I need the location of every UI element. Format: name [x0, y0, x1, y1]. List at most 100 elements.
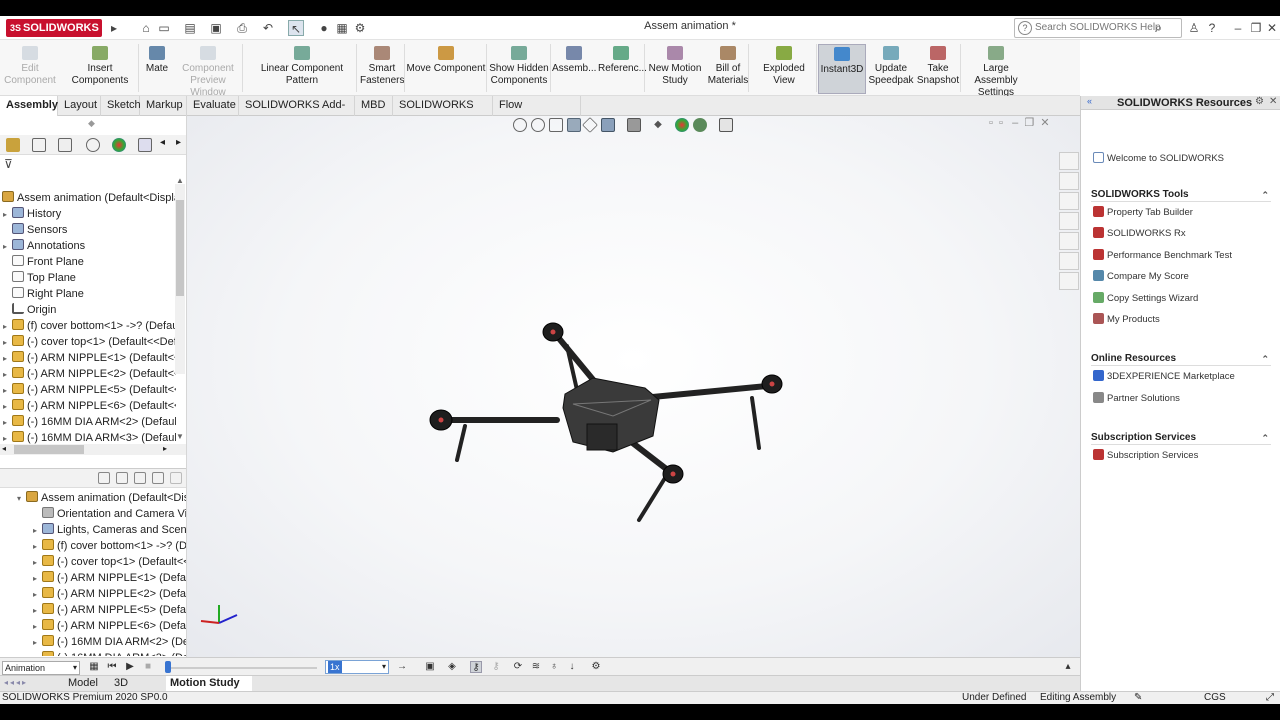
tree-item[interactable]: ▸ Annotations — [0, 238, 176, 254]
motion-tree-item[interactable]: ▸ (-) ARM NIPPLE<5> (Default — [30, 602, 186, 618]
dynamic-annotation-views-icon[interactable] — [582, 117, 598, 133]
dimxpertmanager-tab-icon[interactable] — [86, 138, 100, 152]
expander-icon[interactable]: ▸ — [0, 367, 10, 382]
move-component-button[interactable]: Move Component — [406, 44, 486, 94]
contact-icon[interactable]: ♁ — [548, 661, 560, 673]
close-pane-icon[interactable]: ✕ — [1269, 96, 1277, 107]
section-view-icon[interactable] — [567, 118, 581, 132]
tree-item[interactable]: ▸ (-) ARM NIPPLE<6> (Default<<I — [0, 398, 176, 414]
restore-window-icon[interactable]: ❐ — [1248, 20, 1264, 36]
scroll-up-icon[interactable]: ▲ — [176, 176, 184, 185]
tab-evaluate[interactable]: Evaluate — [187, 96, 239, 116]
open-folder-icon[interactable]: ▤ — [182, 20, 198, 36]
resource-link[interactable]: Performance Benchmark Test — [1093, 248, 1232, 263]
stop-icon[interactable]: ■ — [142, 661, 154, 673]
bottom-tab-3d-views[interactable]: 3D Views — [110, 676, 158, 704]
tab-solidworks-add-ins[interactable]: SOLIDWORKS Add-Ins — [239, 96, 355, 130]
previous-view-icon[interactable] — [549, 118, 563, 132]
section-header[interactable]: Subscription Services ⌃ — [1091, 431, 1271, 446]
expander-icon[interactable]: ▸ — [0, 399, 10, 414]
new-motion-study-button[interactable]: New Motion Study — [646, 44, 704, 94]
spring-icon[interactable]: ≋ — [530, 661, 542, 673]
expander-icon[interactable]: ▸ — [0, 431, 10, 444]
scroll-left-icon[interactable]: ◂ — [2, 444, 6, 453]
tab-solidworks-cam[interactable]: SOLIDWORKS CAM — [393, 96, 493, 130]
add-key-icon[interactable]: ⚷ — [490, 661, 502, 673]
resources-tab-home-icon[interactable] — [1059, 152, 1079, 170]
assembly-features-button[interactable]: Assemb... — [552, 44, 596, 94]
expander-icon[interactable]: ▸ — [30, 603, 40, 618]
tree-item[interactable]: ▸ (-) cover top<1> (Default<<Def — [0, 334, 176, 350]
chevron-up-icon[interactable]: ⌃ — [1261, 431, 1269, 445]
options-gear-icon[interactable]: ⚙ — [352, 20, 368, 36]
tab-mbd[interactable]: MBD — [355, 96, 393, 116]
resource-link[interactable]: Subscription Services — [1093, 449, 1198, 463]
filter-animation-icon[interactable] — [98, 472, 110, 484]
show-hidden-components-button[interactable]: Show Hidden Components — [488, 44, 550, 94]
rebuild-status-icon[interactable]: ✎ — [1134, 692, 1142, 704]
expander-icon[interactable]: ▸ — [0, 351, 10, 366]
user-icon[interactable]: ♙ — [1186, 20, 1202, 36]
gravity-icon[interactable]: ↓ — [566, 661, 578, 673]
viewport-close-icon[interactable]: ✕ — [1040, 117, 1049, 129]
collapse-pane-icon[interactable]: « — [1087, 96, 1092, 106]
new-document-icon[interactable]: ▭ — [156, 20, 172, 36]
expander-icon[interactable]: ▸ — [0, 239, 10, 254]
resource-link[interactable]: SOLIDWORKS Rx — [1093, 227, 1186, 241]
expander-icon[interactable]: ▸ — [30, 619, 40, 634]
viewport-restore-icon[interactable]: ❐ — [1024, 117, 1034, 129]
expander-icon[interactable]: ▸ — [30, 555, 40, 570]
expander-icon[interactable]: ▸ — [30, 651, 40, 656]
motion-tree-item[interactable]: ▸ Lights, Cameras and Scene — [30, 522, 186, 538]
zoom-to-area-icon[interactable] — [531, 118, 545, 132]
playback-mode-icon[interactable]: → — [396, 661, 408, 673]
minimize-window-icon[interactable]: – — [1230, 20, 1246, 36]
solidworks-logo[interactable]: 3S SOLIDWORKS — [6, 19, 102, 37]
welcome-link[interactable]: Welcome to SOLIDWORKS — [1093, 152, 1224, 166]
viewport-tile-icon[interactable]: ▫ — [989, 117, 993, 129]
motion-tree-item[interactable]: ▸ (-) 16MM DIA ARM<3> (Def — [30, 650, 186, 656]
expander-icon[interactable]: ▸ — [30, 587, 40, 602]
tree-item[interactable]: ▸ History — [0, 206, 176, 222]
displaymanager-tab-icon[interactable] — [112, 138, 126, 152]
scroll-right-icon[interactable]: ▸ — [163, 444, 167, 453]
hide-show-items-icon[interactable]: ◆ — [651, 118, 665, 132]
resource-link[interactable]: My Products — [1093, 313, 1160, 327]
help-menu-icon[interactable]: ? — [1204, 20, 1220, 36]
chevron-up-icon[interactable]: ⌃ — [1261, 188, 1269, 202]
tree-vertical-scrollbar[interactable] — [175, 184, 185, 374]
tree-item[interactable]: ▸ (-) 16MM DIA ARM<2> (Default — [0, 414, 176, 430]
bill-of-materials-button[interactable]: Bill of Materials — [706, 44, 750, 94]
playback-slider-thumb[interactable] — [165, 661, 171, 673]
tab-flow-simulation[interactable]: Flow Simulation — [493, 96, 581, 130]
instant3d-button[interactable]: Instant3D — [818, 44, 866, 94]
configurationmanager-tab-icon[interactable] — [58, 138, 72, 152]
viewport-minimize-icon[interactable]: – — [1012, 117, 1018, 129]
reference-geometry-button[interactable]: Referenc... — [598, 44, 647, 94]
rebuild-icon[interactable]: ● — [316, 20, 332, 36]
update-speedpak-button[interactable]: Update Speedpak — [868, 44, 914, 94]
edit-component-button[interactable]: Edit Component — [2, 44, 58, 94]
file-explorer-tab-icon[interactable] — [1059, 192, 1079, 210]
expander-icon[interactable]: ▸ — [30, 571, 40, 586]
tree-horizontal-scrollbar[interactable]: ◂ ▸ — [0, 444, 186, 455]
resource-link[interactable]: Copy Settings Wizard — [1093, 291, 1198, 306]
view-orientation-icon[interactable] — [601, 118, 615, 132]
section-header[interactable]: SOLIDWORKS Tools ⌃ — [1091, 188, 1271, 202]
tab-layout[interactable]: Layout — [58, 96, 101, 116]
tree-item[interactable]: Top Plane — [0, 270, 176, 286]
motion-tree-item[interactable]: ▸ (-) ARM NIPPLE<2> (Default — [30, 586, 186, 602]
motion-tree-item[interactable]: ▸ (f) cover bottom<1> ->? (De — [30, 538, 186, 554]
view-palette-tab-icon[interactable] — [1059, 212, 1079, 230]
design-library-tab-icon[interactable] — [1059, 172, 1079, 190]
playback-slider-track[interactable] — [167, 667, 317, 669]
tab-navigation-arrows[interactable]: ◂◂◂▸ — [4, 678, 28, 687]
display-style-icon[interactable] — [627, 118, 641, 132]
tab-scroll-left-icon[interactable]: ◂ — [160, 137, 165, 148]
tree-item[interactable]: Front Plane — [0, 254, 176, 270]
pin-icon[interactable]: ⚙ — [1255, 96, 1264, 107]
save-icon[interactable]: ▣ — [208, 20, 224, 36]
resource-link[interactable]: Compare My Score — [1093, 270, 1189, 284]
motion-tree-item[interactable]: ▸ (-) cover top<1> (Default<< — [30, 554, 186, 570]
expander-icon[interactable]: ▸ — [30, 523, 40, 538]
